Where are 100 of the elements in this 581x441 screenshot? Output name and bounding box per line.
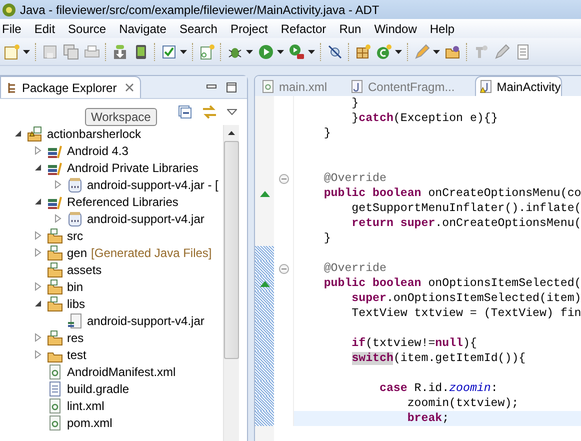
collapse-all-icon[interactable] [178, 105, 192, 119]
package-folder-icon [47, 330, 63, 346]
menu-item[interactable]: Project [228, 22, 273, 36]
dropdown-caret-icon[interactable] [23, 50, 30, 54]
tree-item[interactable]: test [67, 348, 86, 362]
jar-icon [67, 210, 83, 226]
editor-tab[interactable]: MainActivity [474, 76, 562, 96]
run-tool-icon[interactable] [289, 44, 305, 60]
code-line: @Override [322, 261, 388, 276]
expand-toggle-icon[interactable] [54, 214, 62, 223]
tree-item[interactable]: bin [67, 280, 84, 294]
tree-item[interactable]: Referenced Libraries [67, 194, 178, 208]
dropdown-caret-icon[interactable] [180, 50, 187, 54]
new-package-icon[interactable] [355, 44, 371, 60]
download-icon[interactable] [112, 44, 128, 60]
tree-item[interactable]: src [67, 228, 83, 242]
code-line: } [350, 96, 360, 111]
maximize-icon[interactable] [226, 82, 237, 93]
tree-item[interactable]: lint.xml [67, 398, 104, 412]
xml-file-icon [47, 398, 63, 414]
tree-item[interactable]: AndroidManifest.xml [67, 364, 176, 378]
crossed-circle-icon[interactable] [327, 44, 343, 60]
collapse-icon[interactable] [278, 264, 288, 274]
menu-item[interactable]: File [0, 22, 26, 36]
dropdown-caret-icon[interactable] [246, 50, 253, 54]
close-icon[interactable] [124, 83, 134, 92]
tree-item[interactable]: res [67, 330, 84, 344]
file-icon [67, 312, 83, 328]
checkbox-icon[interactable] [161, 44, 177, 60]
package-icon [7, 82, 17, 94]
tree-item[interactable]: pom.xml [67, 416, 112, 430]
tree-item[interactable]: android-support-v4.jar [87, 212, 204, 226]
editor-tab[interactable]: ContentFragm... [347, 77, 473, 96]
view-menu-icon[interactable] [227, 109, 237, 115]
expand-toggle-icon[interactable] [14, 129, 22, 138]
expand-toggle-icon[interactable] [54, 180, 62, 189]
save-icon[interactable] [42, 44, 58, 60]
expand-toggle-icon[interactable] [34, 282, 42, 291]
new-file-icon[interactable] [199, 44, 215, 60]
tree-item[interactable]: libs [67, 296, 86, 310]
expand-toggle-icon[interactable] [34, 146, 42, 155]
expand-toggle-icon[interactable] [34, 248, 42, 257]
package-explorer-tab[interactable]: Package Explorer [0, 76, 141, 98]
print-icon[interactable] [84, 44, 100, 60]
menu-item[interactable]: Navigate [117, 22, 172, 36]
document-icon[interactable] [515, 44, 531, 60]
menu-item[interactable]: Run [337, 22, 366, 36]
code-line: case R.id.zoomin: [378, 381, 499, 396]
scroll-up-arrow-icon[interactable] [228, 131, 235, 135]
folder-icon[interactable] [445, 44, 461, 60]
xml-file-icon [262, 80, 274, 93]
tooltip: Workspace [85, 108, 157, 126]
code-line: } [322, 126, 332, 141]
text-file-icon [47, 380, 63, 396]
tree-item[interactable]: assets [67, 262, 102, 276]
code-line: @Override [322, 171, 388, 186]
code-line: }catch(Exception e){} [350, 111, 499, 126]
menu-item[interactable]: Edit [32, 22, 60, 36]
menu-item[interactable]: Help [428, 22, 460, 36]
pen-icon[interactable] [494, 44, 510, 60]
save-all-icon[interactable] [63, 44, 79, 60]
expand-toggle-icon[interactable] [34, 333, 42, 342]
menu-item[interactable]: Source [66, 22, 112, 36]
expand-toggle-icon[interactable] [34, 231, 42, 240]
package-folder-icon [47, 244, 63, 260]
tree-item[interactable]: android-support-v4.jar [87, 314, 204, 328]
menu-item[interactable]: Search [177, 22, 222, 36]
expand-toggle-icon[interactable] [34, 163, 42, 172]
tree-item[interactable]: build.gradle [67, 382, 130, 396]
link-arrows-icon[interactable] [202, 105, 217, 119]
tree-item[interactable]: android-support-v4.jar - [ [87, 178, 218, 192]
code-line: switch(item.getItemId()){ [350, 351, 527, 366]
new-class-icon[interactable] [376, 44, 392, 60]
dropdown-caret-icon[interactable] [395, 50, 402, 54]
app-icon [2, 2, 16, 16]
scroll-thumb[interactable] [224, 141, 239, 359]
editor-tab[interactable]: main.xml [258, 77, 346, 96]
code-line: return super.onCreateOptionsMenu( [350, 216, 581, 231]
collapse-icon[interactable] [278, 174, 288, 184]
dropdown-caret-icon[interactable] [308, 50, 315, 54]
expand-toggle-icon[interactable] [34, 299, 42, 308]
menu-item[interactable]: Window [372, 22, 422, 36]
expand-toggle-icon[interactable] [34, 197, 42, 206]
tree-item[interactable]: Android 4.3 [67, 144, 128, 158]
java-file-icon [351, 80, 364, 93]
tree-item[interactable]: gen [67, 246, 88, 260]
menu-item[interactable]: Refactor [278, 22, 332, 36]
code-line: public boolean onCreateOptionsMenu(co [322, 186, 581, 201]
run-icon[interactable] [258, 44, 274, 60]
dropdown-caret-icon[interactable] [277, 50, 284, 54]
phone-icon[interactable] [133, 44, 149, 60]
tree-item-decoration: [Generated Java Files] [91, 246, 212, 260]
tree-item[interactable]: Android Private Libraries [67, 160, 198, 174]
code-line: TextView txtview = (TextView) fin [350, 306, 581, 321]
expand-toggle-icon[interactable] [34, 350, 42, 359]
tree-item[interactable]: actionbarsherlock [47, 126, 142, 140]
project-icon [27, 126, 43, 142]
dropdown-caret-icon[interactable] [433, 50, 440, 54]
scrollbar[interactable] [223, 125, 239, 441]
xml-file-icon [47, 364, 63, 380]
